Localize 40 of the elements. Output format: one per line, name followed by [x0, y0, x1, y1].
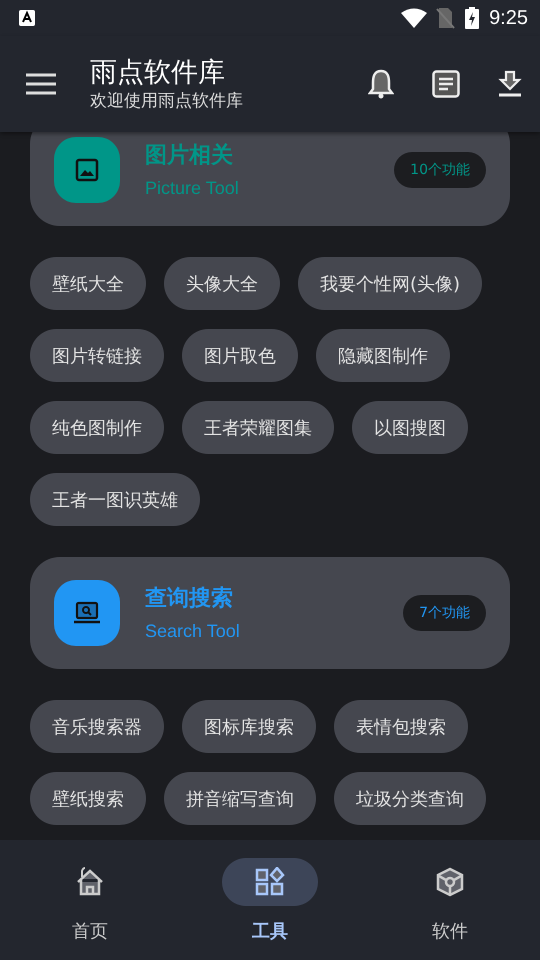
cube-icon [435, 867, 465, 897]
tool-chip[interactable]: 王者荣耀图集 [182, 401, 334, 454]
tool-chip[interactable]: 壁纸大全 [30, 257, 146, 310]
document-icon[interactable] [432, 70, 460, 98]
tool-chip[interactable]: 壁纸搜索 [30, 772, 146, 825]
app-subtitle: 欢迎使用雨点软件库 [90, 90, 244, 112]
tool-chip[interactable]: 表情包搜索 [334, 700, 468, 753]
image-icon [75, 158, 99, 182]
tool-chip[interactable]: 图片转链接 [30, 329, 164, 382]
nav-tab[interactable]: 工具 [180, 840, 360, 960]
category-subtitle: Picture Tool [145, 178, 240, 198]
wifi-icon [401, 8, 428, 28]
app-title: 雨点软件库 [90, 56, 226, 90]
menu-icon[interactable] [26, 73, 56, 95]
tool-chip[interactable]: 我要个性网(头像) [298, 257, 482, 310]
tool-chip[interactable]: 图标库搜索 [182, 700, 316, 753]
category-title: 查询搜索 [145, 584, 234, 612]
battery-charging-icon [465, 7, 480, 29]
tool-chip[interactable]: 头像大全 [164, 257, 280, 310]
tool-chip[interactable]: 垃圾分类查询 [334, 772, 486, 825]
notification-icon [18, 9, 36, 27]
count-badge: 7个功能 [403, 595, 486, 631]
tool-chip[interactable]: 拼音缩写查询 [164, 772, 316, 825]
clock-time: 9:25 [489, 6, 528, 30]
bell-icon[interactable] [368, 69, 394, 99]
tool-chip[interactable]: 以图搜图 [352, 401, 468, 454]
nav-tab[interactable]: 首页 [0, 840, 180, 960]
tool-chip[interactable]: 图片取色 [182, 329, 298, 382]
download-icon[interactable] [498, 70, 522, 98]
nav-tab[interactable]: 软件 [360, 840, 540, 960]
laptop-search-icon [73, 601, 101, 625]
tool-chip[interactable]: 王者一图识英雄 [30, 473, 200, 526]
no-sim-icon [435, 7, 456, 29]
tool-chip[interactable]: 纯色图制作 [30, 401, 164, 454]
tool-chip[interactable]: 音乐搜索器 [30, 700, 164, 753]
count-badge: 10个功能 [394, 152, 486, 188]
tool-chip[interactable]: 隐藏图制作 [316, 329, 450, 382]
grid-icon [255, 867, 285, 897]
category-title: 图片相关 [145, 142, 234, 170]
category-subtitle: Search Tool [145, 620, 241, 642]
